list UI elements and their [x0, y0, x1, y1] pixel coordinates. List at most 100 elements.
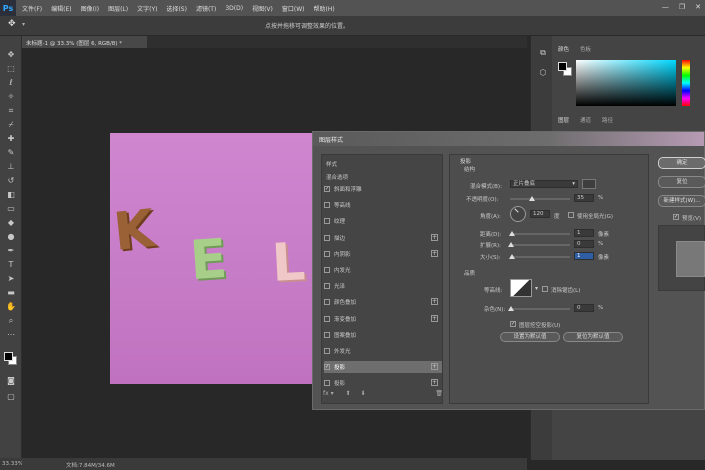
distance-input[interactable]: 1 — [574, 229, 594, 237]
restore-icon[interactable]: ❐ — [679, 3, 685, 11]
distance-slider[interactable] — [509, 231, 570, 236]
screen-mode-icon[interactable]: ▢ — [5, 392, 17, 402]
style-checkbox[interactable] — [324, 218, 330, 225]
style-checkbox[interactable] — [324, 299, 330, 306]
tab-layers[interactable]: 图层 — [558, 116, 569, 124]
marquee-icon[interactable]: ⬚ — [5, 64, 17, 74]
noise-slider[interactable] — [508, 306, 570, 311]
tab-swatches[interactable]: 色板 — [580, 45, 591, 53]
3d-cube-icon[interactable]: ⬡ — [537, 68, 549, 78]
style-row[interactable]: 内阴影 + — [324, 248, 442, 260]
knockout-checkbox[interactable]: ✓ — [510, 321, 516, 327]
opacity-input[interactable]: 35 — [574, 194, 594, 202]
path-select-icon[interactable]: ➤ — [5, 274, 17, 284]
panel-foreground-swatch[interactable] — [558, 62, 567, 71]
add-style-icon[interactable]: + — [431, 314, 438, 322]
lasso-icon[interactable]: ℓ — [5, 78, 17, 88]
crop-icon[interactable]: ⌗ — [5, 106, 17, 116]
move-up-icon[interactable]: ⬆ — [346, 390, 351, 397]
eyedropper-icon[interactable]: ⌿ — [5, 120, 17, 130]
size-knob[interactable] — [509, 254, 516, 259]
menu-window[interactable]: 窗口(W) — [282, 4, 305, 13]
style-checkbox[interactable] — [324, 315, 330, 322]
style-row[interactable]: 纹理 — [324, 215, 442, 227]
distance-knob[interactable] — [509, 231, 516, 236]
pen-icon[interactable]: ✒ — [5, 246, 17, 256]
tab-paths[interactable]: 路径 — [602, 116, 613, 124]
spread-slider[interactable] — [508, 242, 570, 247]
type-icon[interactable]: T — [5, 260, 17, 270]
add-style-icon[interactable]: + — [431, 233, 438, 241]
styles-header[interactable]: 样式 — [326, 160, 337, 168]
opacity-slider[interactable] — [510, 196, 570, 201]
new-style-button[interactable]: 新建样式(W)... — [658, 195, 705, 207]
size-slider[interactable] — [509, 254, 570, 259]
style-checkbox[interactable] — [324, 380, 330, 387]
brush-icon[interactable]: ✎ — [5, 148, 17, 158]
opacity-knob[interactable] — [529, 196, 535, 201]
zoom-level[interactable]: 33.33% — [2, 461, 23, 467]
document-canvas[interactable]: K E L — [110, 133, 320, 384]
style-row[interactable]: 投影 + — [324, 377, 442, 389]
document-info[interactable]: 文档:7.84M/34.6M — [66, 461, 115, 469]
antialias-checkbox[interactable] — [542, 286, 548, 292]
clone-stamp-icon[interactable]: ⊥ — [5, 162, 17, 172]
style-row[interactable]: 内发光 — [324, 264, 442, 276]
add-style-icon[interactable]: + — [431, 363, 438, 371]
rectangle-icon[interactable]: ▬ — [5, 288, 17, 298]
style-checkbox[interactable] — [324, 283, 330, 290]
preview-checkbox[interactable]: ✓ — [673, 214, 679, 220]
chevron-down-icon[interactable]: ▾ — [22, 21, 25, 28]
blending-options[interactable]: 混合选项 — [326, 173, 348, 181]
noise-knob[interactable] — [508, 306, 514, 311]
history-icon[interactable]: ⧉ — [537, 48, 549, 58]
style-row[interactable]: 外发光 — [324, 345, 442, 357]
move-down-icon[interactable]: ⬇ — [360, 390, 365, 397]
make-default-button[interactable]: 设置为默认值 — [500, 332, 560, 342]
tab-color[interactable]: 颜色 — [558, 45, 569, 53]
more-tools-icon[interactable]: ⋯ — [5, 330, 17, 340]
trash-icon[interactable]: 🗑 — [435, 390, 443, 397]
menu-edit[interactable]: 编辑(E) — [51, 4, 71, 13]
reset-button[interactable]: 复位 — [658, 176, 705, 188]
hue-slider[interactable] — [682, 60, 690, 106]
tab-channels[interactable]: 通道 — [580, 116, 591, 124]
style-row[interactable]: 等高线 — [324, 199, 442, 211]
minimize-icon[interactable]: — — [662, 3, 669, 11]
style-row[interactable]: ✓ 斜面和浮雕 — [324, 183, 442, 195]
menu-filter[interactable]: 滤镜(T) — [196, 4, 216, 13]
magic-wand-icon[interactable]: ✧ — [5, 92, 17, 102]
blur-icon[interactable]: ◆ — [5, 218, 17, 228]
move-tool-icon[interactable]: ✥ — [8, 19, 16, 29]
menu-type[interactable]: 文字(Y) — [137, 4, 157, 13]
menu-image[interactable]: 图像(I) — [81, 4, 99, 13]
dialog-title[interactable]: 图层样式 — [313, 132, 704, 146]
document-tab[interactable]: 未标题-1 @ 33.3% (图层 6, RGB/8) * — [22, 36, 147, 48]
menu-view[interactable]: 视图(V) — [252, 4, 273, 13]
menu-select[interactable]: 选择(S) — [166, 4, 187, 13]
zoom-icon[interactable]: ⌕ — [5, 316, 17, 326]
history-brush-icon[interactable]: ↺ — [5, 176, 17, 186]
hand-icon[interactable]: ✋ — [5, 302, 17, 312]
style-checkbox[interactable] — [324, 348, 330, 354]
noise-input[interactable]: 0 — [574, 304, 594, 312]
add-style-icon[interactable]: + — [431, 379, 438, 387]
spread-input[interactable]: 0 — [574, 240, 594, 248]
blend-mode-select[interactable]: 正片叠底 ▾ — [510, 180, 578, 188]
contour-preview[interactable] — [510, 279, 532, 297]
menu-file[interactable]: 文件(F) — [22, 4, 42, 13]
style-row[interactable]: 渐变叠加 + — [324, 313, 442, 325]
style-row[interactable]: 光泽 — [324, 280, 442, 292]
style-checkbox[interactable]: ✓ — [324, 364, 330, 371]
shadow-color-swatch[interactable] — [582, 179, 596, 189]
gradient-icon[interactable]: ▭ — [5, 204, 17, 214]
add-style-icon[interactable]: + — [431, 249, 438, 257]
chevron-down-icon[interactable]: ▾ — [535, 285, 538, 292]
style-checkbox[interactable] — [324, 331, 330, 338]
spread-knob[interactable] — [508, 242, 514, 247]
style-checkbox[interactable]: ✓ — [324, 186, 330, 192]
menu-help[interactable]: 帮助(H) — [314, 4, 335, 13]
style-checkbox[interactable] — [324, 202, 330, 209]
angle-dial[interactable] — [510, 206, 526, 222]
style-row[interactable]: 图案叠加 — [324, 329, 442, 341]
